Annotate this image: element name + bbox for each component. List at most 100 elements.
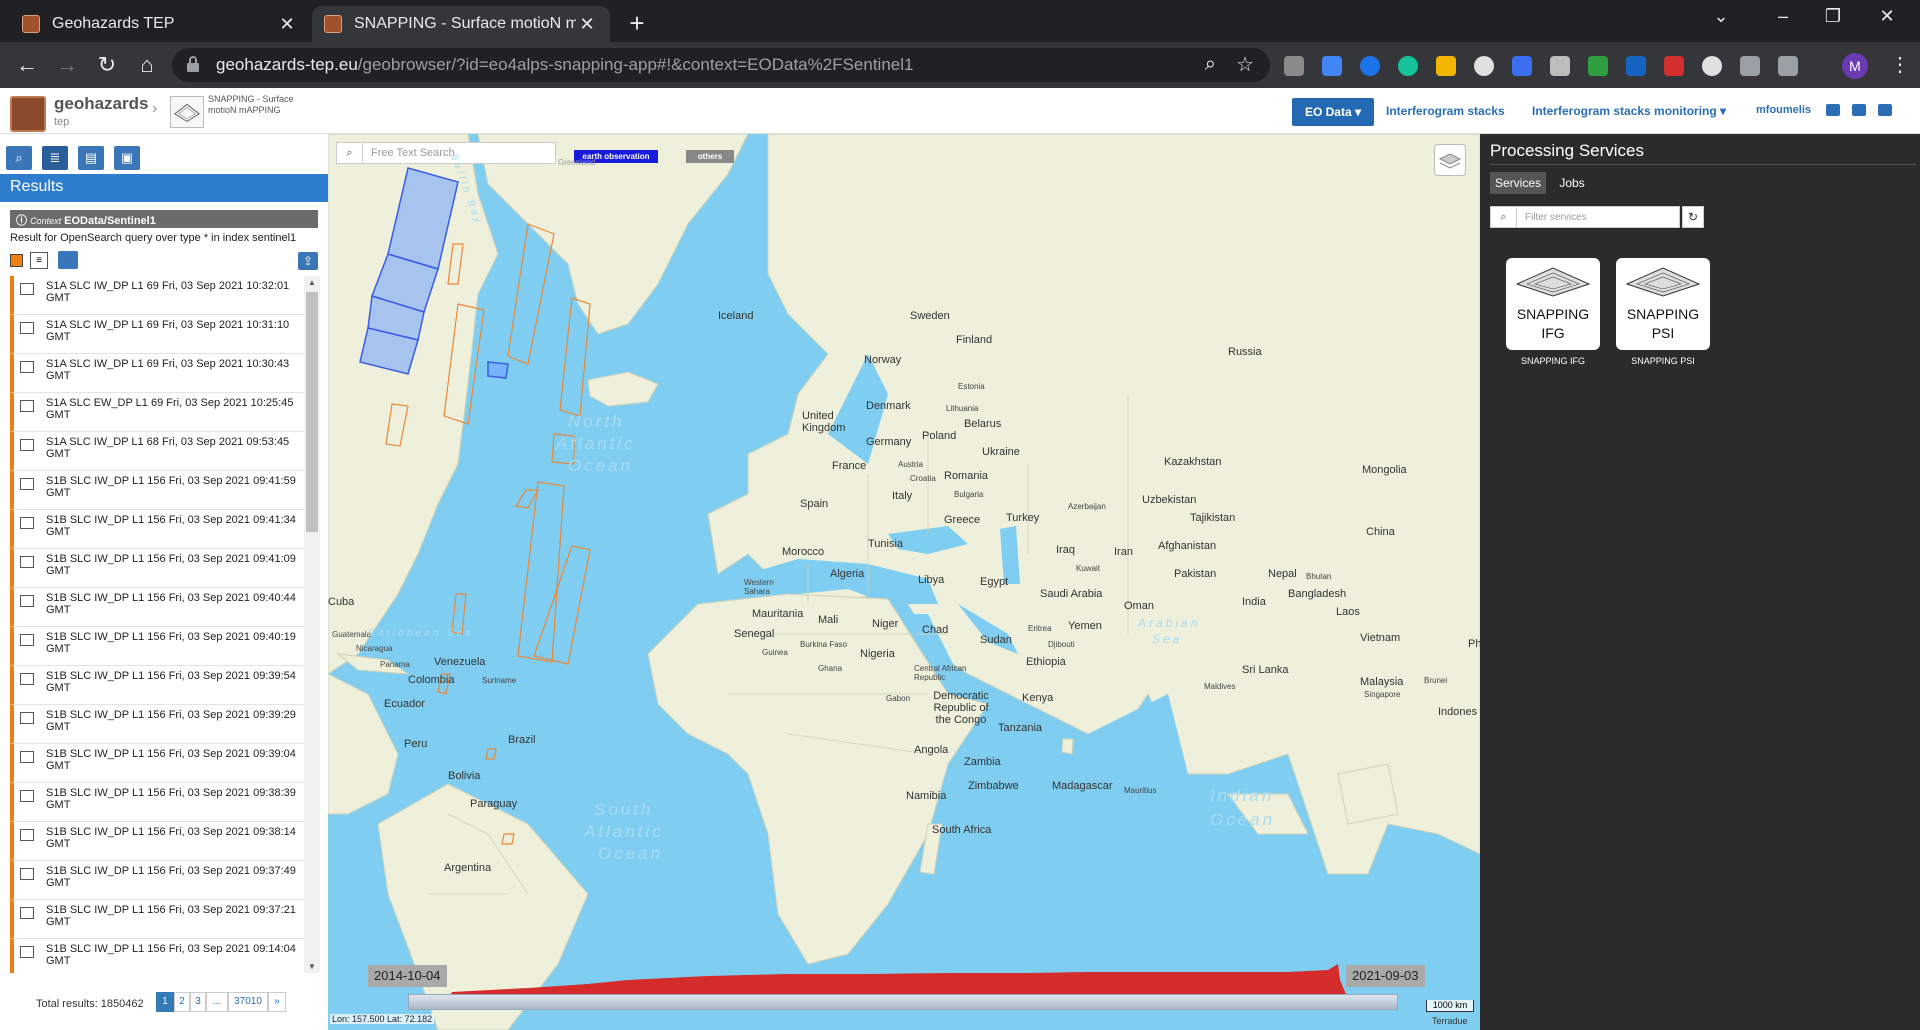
home-icon[interactable]: ⌂ bbox=[132, 50, 162, 80]
result-item[interactable]: S1B SLC IW_DP L1 156 Fri, 03 Sep 2021 09… bbox=[10, 627, 310, 666]
interferogram-stacks-link[interactable]: Interferogram stacks bbox=[1386, 104, 1505, 118]
scroll-down-icon[interactable]: ▼ bbox=[304, 962, 320, 971]
m-extension-icon[interactable] bbox=[1626, 56, 1646, 76]
map-canvas[interactable] bbox=[328, 134, 1480, 1030]
timeline-end-date[interactable]: 2021-09-03 bbox=[1346, 965, 1425, 987]
page-3-button[interactable]: 3 bbox=[190, 992, 206, 1012]
bookmark-star-icon[interactable]: ☆ bbox=[1236, 52, 1254, 77]
back-icon[interactable]: ← bbox=[12, 50, 42, 80]
tab-services[interactable]: Services bbox=[1490, 172, 1546, 194]
page-last-button[interactable]: 37010 bbox=[228, 992, 268, 1012]
map-label: Germany bbox=[866, 436, 912, 448]
address-bar[interactable]: geohazards-tep.eu/geobrowser/?id=eo4alps… bbox=[172, 48, 1270, 82]
browser-tab-geohazards[interactable]: Geohazards TEP ✕ bbox=[10, 6, 310, 42]
timeline-start-date[interactable]: 2014-10-04 bbox=[368, 965, 447, 987]
map-label: Zambia bbox=[964, 756, 1001, 768]
download-extension-icon[interactable] bbox=[1436, 56, 1456, 76]
eo-data-dropdown[interactable]: EO Data ▾ bbox=[1292, 98, 1374, 126]
shield-extension-icon[interactable] bbox=[1550, 56, 1570, 76]
close-window-icon[interactable]: ✕ bbox=[1862, 6, 1912, 27]
result-item[interactable]: S1B SLC IW_DP L1 156 Fri, 03 Sep 2021 09… bbox=[10, 588, 310, 627]
result-item[interactable]: S1A SLC IW_DP L1 69 Fri, 03 Sep 2021 10:… bbox=[10, 315, 310, 354]
breadcrumb-app-name[interactable]: SNAPPING - Surface motioN mAPPING bbox=[208, 94, 298, 116]
mail-icon[interactable] bbox=[1826, 104, 1840, 116]
profile-avatar[interactable]: M bbox=[1842, 53, 1868, 79]
close-tab-icon[interactable]: ✕ bbox=[276, 14, 298, 35]
map-view[interactable]: ⌕ Free Text Search earth observation oth… bbox=[328, 134, 1480, 1030]
timeline-slider[interactable] bbox=[408, 994, 1398, 1010]
geohazards-logo-icon[interactable] bbox=[10, 96, 46, 132]
book-icon[interactable] bbox=[1852, 104, 1866, 116]
result-item[interactable]: S1B SLC IW_DP L1 156 Fri, 03 Sep 2021 09… bbox=[10, 549, 310, 588]
result-item[interactable]: S1B SLC IW_DP L1 156 Fri, 03 Sep 2021 09… bbox=[10, 471, 310, 510]
result-title: S1A SLC IW_DP L1 68 Fri, 03 Sep 2021 09:… bbox=[46, 436, 290, 460]
satellite-product-icon bbox=[20, 439, 34, 451]
t-extension-icon[interactable] bbox=[1588, 56, 1608, 76]
page-next-button[interactable]: » bbox=[268, 992, 286, 1012]
page-1-button[interactable]: 1 bbox=[156, 992, 174, 1012]
result-item[interactable]: S1B SLC IW_DP L1 156 Fri, 03 Sep 2021 09… bbox=[10, 861, 310, 900]
free-text-search-input[interactable]: ⌕ Free Text Search bbox=[336, 142, 556, 164]
extension-icon[interactable] bbox=[1284, 56, 1304, 76]
result-item[interactable]: S1B SLC IW_DP L1 156 Fri, 03 Sep 2021 09… bbox=[10, 822, 310, 861]
browser-tab-snapping[interactable]: SNAPPING - Surface motioN mAPPING ✕ bbox=[312, 6, 610, 42]
zoom-icon[interactable]: ⌕ bbox=[1205, 53, 1216, 76]
processing-services-panel: Processing Services Services Jobs ⌕ Filt… bbox=[1480, 134, 1920, 1030]
reload-icon[interactable]: ↻ bbox=[92, 50, 122, 80]
result-item[interactable]: S1B SLC IW_DP L1 156 Fri, 03 Sep 2021 09… bbox=[10, 666, 310, 705]
filter-services-input[interactable]: ⌕ Filter services bbox=[1490, 206, 1680, 228]
page-2-button[interactable]: 2 bbox=[174, 992, 190, 1012]
sign-out-icon[interactable] bbox=[1878, 104, 1892, 116]
map-label: Saudi Arabia bbox=[1040, 588, 1103, 600]
tab-jobs[interactable]: Jobs bbox=[1550, 172, 1594, 194]
service-card-snapping-ifg[interactable]: SNAPPING IFG bbox=[1506, 258, 1600, 350]
location-extension-icon[interactable] bbox=[1360, 56, 1380, 76]
attribution[interactable]: Terradue bbox=[1432, 1016, 1468, 1026]
scroll-up-icon[interactable]: ▲ bbox=[304, 278, 320, 287]
new-tab-button[interactable]: + bbox=[622, 8, 652, 39]
translate-extension-icon[interactable] bbox=[1322, 56, 1342, 76]
basket-tool-icon[interactable]: ▤ bbox=[78, 146, 104, 170]
puzzle-icon[interactable] bbox=[1740, 56, 1760, 76]
globe-extension-icon[interactable] bbox=[1702, 56, 1722, 76]
result-item[interactable]: S1A SLC IW_DP L1 69 Fri, 03 Sep 2021 10:… bbox=[10, 354, 310, 393]
refresh-icon[interactable]: ↻ bbox=[1682, 206, 1704, 228]
results-scrollbar[interactable]: ▲ ▼ bbox=[304, 276, 320, 973]
close-tab-icon[interactable]: ✕ bbox=[576, 14, 598, 35]
result-item[interactable]: S1A SLC IW_DP L1 69 Fri, 03 Sep 2021 10:… bbox=[10, 276, 310, 315]
result-item[interactable]: S1B SLC IW_DP L1 156 Fri, 03 Sep 2021 09… bbox=[10, 783, 310, 822]
search-tool-icon[interactable]: ⌕ bbox=[6, 146, 32, 170]
tab-search-icon[interactable]: ⌄ bbox=[1696, 6, 1746, 27]
user-menu[interactable]: mfoumelis bbox=[1756, 104, 1811, 116]
layers-icon[interactable] bbox=[1434, 144, 1466, 176]
result-item[interactable]: S1A SLC EW_DP L1 69 Fri, 03 Sep 2021 10:… bbox=[10, 393, 310, 432]
forward-icon[interactable]: → bbox=[52, 50, 82, 80]
list-view-icon[interactable]: ≡ bbox=[30, 252, 48, 269]
select-all-checkbox[interactable] bbox=[10, 254, 23, 267]
list-tool-icon[interactable]: ≣ bbox=[42, 146, 68, 170]
block-extension-icon[interactable] bbox=[1474, 56, 1494, 76]
media-icon[interactable] bbox=[1778, 56, 1798, 76]
scroll-thumb[interactable] bbox=[306, 292, 318, 532]
service-card-snapping-psi[interactable]: SNAPPING PSI bbox=[1616, 258, 1710, 350]
share-icon[interactable]: ⇪ bbox=[298, 252, 318, 270]
interferogram-monitoring-dropdown[interactable]: Interferogram stacks monitoring ▾ bbox=[1532, 104, 1726, 118]
result-item[interactable]: S1B SLC IW_DP L1 156 Fri, 03 Sep 2021 09… bbox=[10, 939, 310, 973]
mortarboard-extension-icon[interactable] bbox=[1512, 56, 1532, 76]
grammarly-extension-icon[interactable] bbox=[1398, 56, 1418, 76]
menu-dots-icon[interactable]: ⋮ bbox=[1890, 52, 1910, 77]
result-item[interactable]: S1A SLC IW_DP L1 68 Fri, 03 Sep 2021 09:… bbox=[10, 432, 310, 471]
add-to-basket-icon[interactable] bbox=[58, 251, 78, 269]
restore-icon[interactable]: ❐ bbox=[1808, 6, 1858, 27]
snapping-logo-icon[interactable] bbox=[170, 96, 204, 128]
result-item[interactable]: S1B SLC IW_DP L1 156 Fri, 03 Sep 2021 09… bbox=[10, 510, 310, 549]
result-item[interactable]: S1B SLC IW_DP L1 156 Fri, 03 Sep 2021 09… bbox=[10, 744, 310, 783]
app-extension-icon[interactable] bbox=[1664, 56, 1684, 76]
filter-placeholder: Filter services bbox=[1525, 212, 1587, 223]
result-item[interactable]: S1B SLC IW_DP L1 156 Fri, 03 Sep 2021 09… bbox=[10, 705, 310, 744]
archive-tool-icon[interactable]: ▣ bbox=[114, 146, 140, 170]
minimize-icon[interactable]: – bbox=[1758, 6, 1808, 27]
others-chip[interactable]: others bbox=[686, 150, 734, 163]
result-item[interactable]: S1B SLC IW_DP L1 156 Fri, 03 Sep 2021 09… bbox=[10, 900, 310, 939]
service-name: IFG bbox=[1541, 325, 1565, 341]
